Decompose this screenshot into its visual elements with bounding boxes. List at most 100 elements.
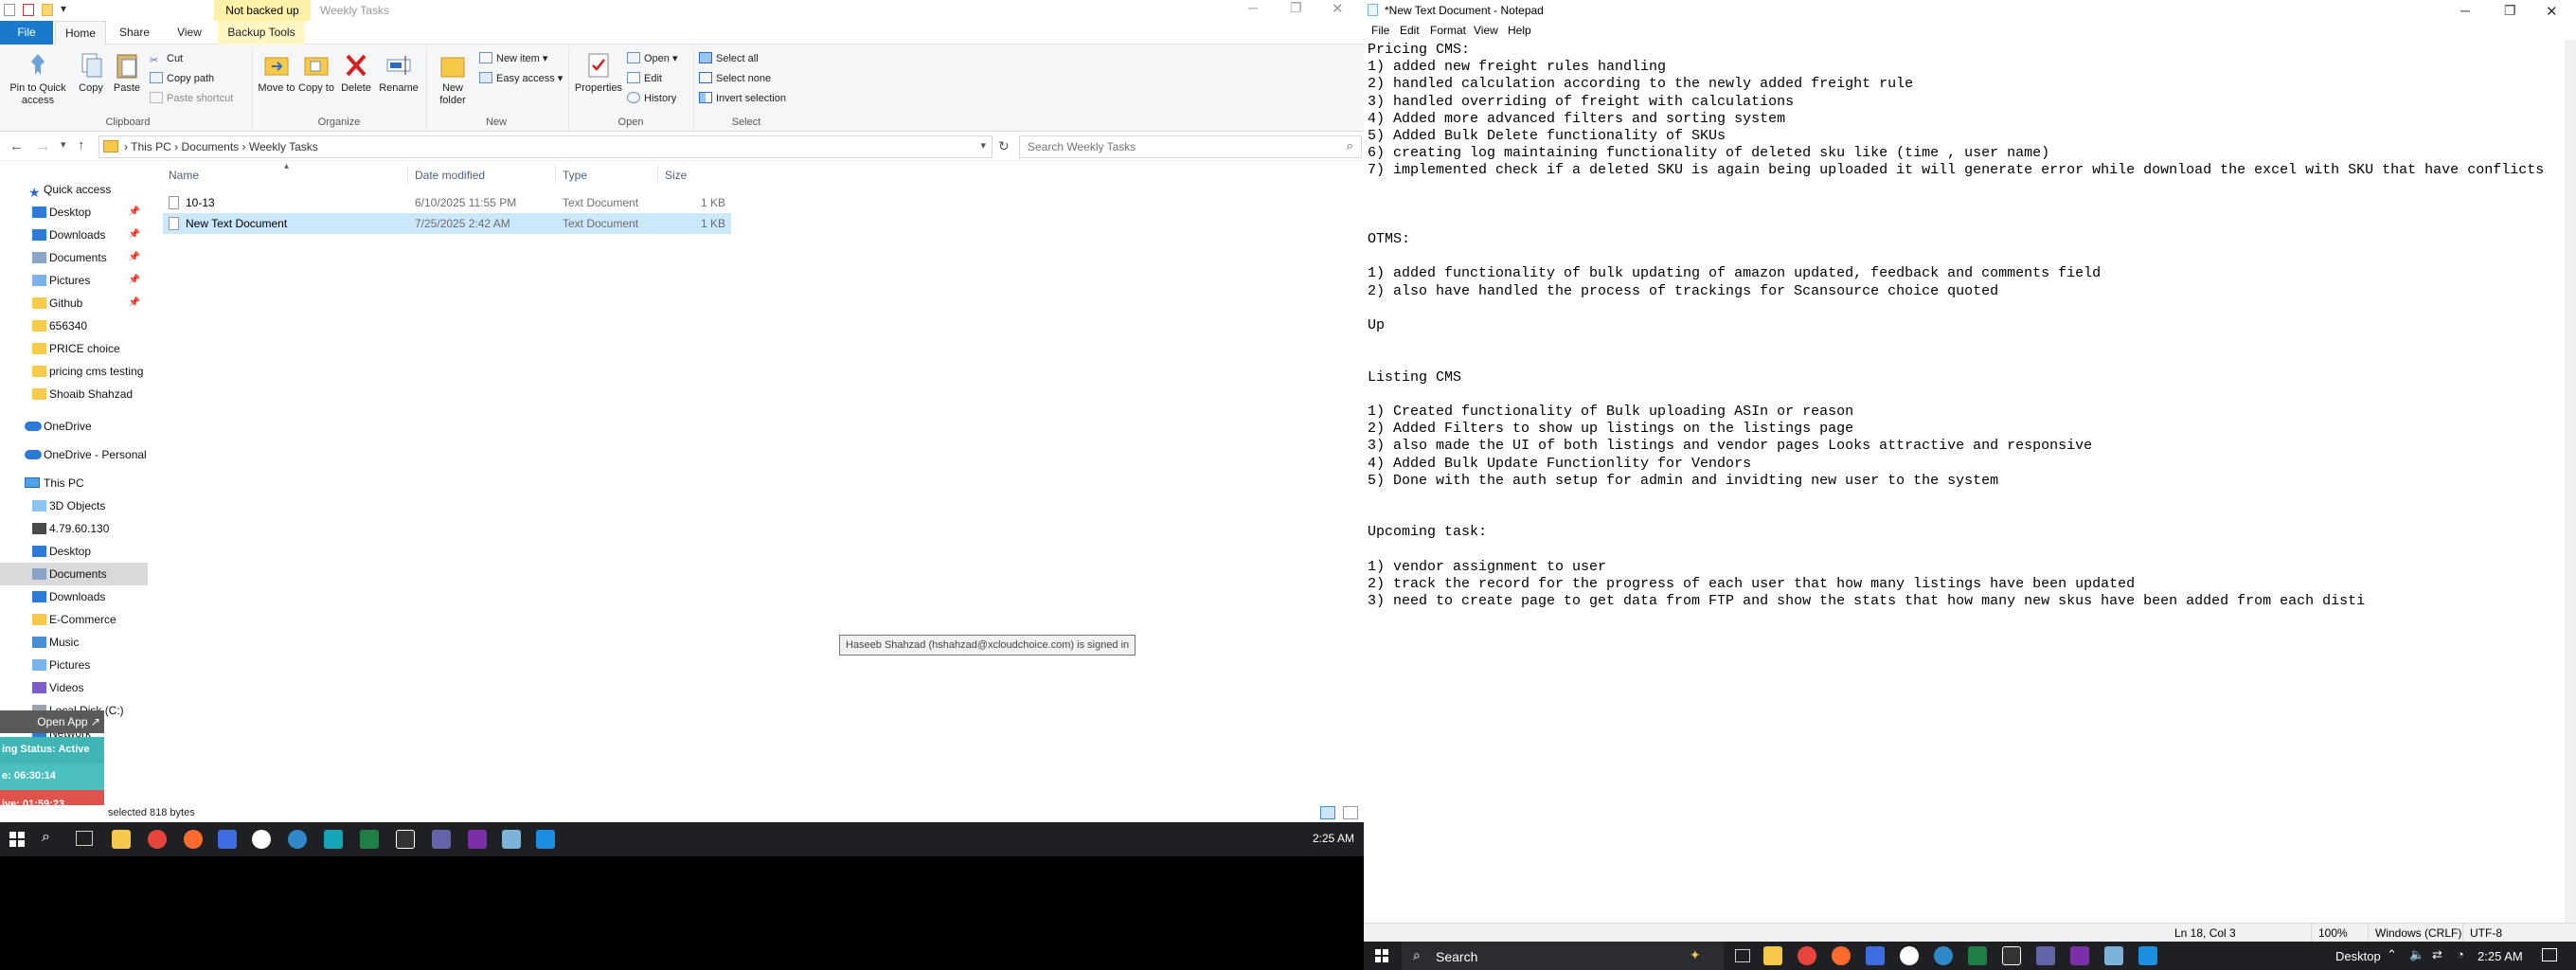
onenote-taskbar-icon[interactable] bbox=[2070, 946, 2089, 965]
properties-button[interactable]: Properties bbox=[572, 50, 625, 95]
column-name[interactable]: Name bbox=[169, 169, 199, 182]
volume-icon[interactable]: 🔈 bbox=[2409, 947, 2424, 962]
details-view-icon[interactable] bbox=[1320, 806, 1335, 819]
back-arrow-icon[interactable]: ← bbox=[9, 138, 24, 154]
move-to-button[interactable]: Move to bbox=[258, 50, 295, 95]
qat-dropdown-icon[interactable]: ▾ bbox=[61, 2, 66, 15]
tab-view[interactable]: View bbox=[163, 21, 216, 45]
paste-button[interactable]: Paste bbox=[110, 50, 144, 95]
select-none-button[interactable]: Select none bbox=[699, 70, 771, 87]
chevron-up-icon[interactable]: ⌃ bbox=[2387, 947, 2397, 962]
task-view-icon[interactable] bbox=[1735, 949, 1750, 962]
edit-button[interactable]: Edit bbox=[627, 70, 662, 87]
large-icons-view-icon[interactable] bbox=[1343, 806, 1358, 819]
nav-pc-item[interactable]: Videos bbox=[0, 676, 148, 699]
nav-quick-item[interactable]: Documents 📌 bbox=[0, 246, 148, 269]
taskbar-search-box[interactable]: ⌕ Search ✦ bbox=[1402, 942, 1724, 970]
nav-pc-item[interactable]: Downloads bbox=[0, 585, 148, 608]
file-explorer-taskbar-icon[interactable] bbox=[112, 830, 131, 849]
taskbar-clock[interactable]: 2:25 AM bbox=[2478, 949, 2523, 963]
nav-pc-item[interactable]: Documents bbox=[0, 563, 148, 585]
github-taskbar-icon[interactable] bbox=[1900, 946, 1919, 965]
nav-quick-item[interactable]: 656340 bbox=[0, 314, 148, 337]
menu-view[interactable]: View bbox=[1474, 24, 1498, 37]
terminal-taskbar-icon[interactable] bbox=[396, 830, 415, 849]
up-arrow-icon[interactable]: ↑ bbox=[78, 137, 85, 153]
address-field[interactable]: › This PC › Documents › Weekly Tasks ▾ bbox=[98, 135, 993, 158]
app-taskbar-icon[interactable] bbox=[1866, 946, 1885, 965]
network-icon[interactable]: ⇄ bbox=[2432, 947, 2442, 962]
tab-file[interactable]: File bbox=[0, 21, 53, 45]
minimize-button[interactable]: ─ bbox=[1248, 0, 1258, 15]
windows-start-icon[interactable] bbox=[9, 832, 25, 847]
desktop-toolbar-label[interactable]: Desktop bbox=[2335, 949, 2381, 963]
nav-quick-item[interactable]: Shoaib Shahzad bbox=[0, 383, 148, 405]
close-button[interactable]: ✕ bbox=[2546, 3, 2558, 20]
notepad-taskbar-icon[interactable] bbox=[502, 830, 521, 849]
github-taskbar-icon[interactable] bbox=[252, 830, 271, 849]
app-taskbar-icon[interactable] bbox=[218, 830, 237, 849]
taskbar-clock[interactable]: 2:25 AM bbox=[1313, 832, 1354, 845]
nav-this-pc[interactable]: This PC bbox=[0, 472, 148, 494]
new-folder-qat-icon[interactable] bbox=[42, 4, 53, 16]
easy-access-button[interactable]: Easy access ▾ bbox=[479, 70, 563, 87]
open-app-button[interactable]: Open App ↗ bbox=[0, 710, 104, 733]
app-taskbar-icon[interactable] bbox=[324, 830, 343, 849]
nav-pc-item[interactable]: Music bbox=[0, 631, 148, 654]
nav-pc-item[interactable]: E-Commerce bbox=[0, 608, 148, 631]
windows-start-icon[interactable] bbox=[1375, 949, 1388, 962]
copy-to-button[interactable]: Copy to bbox=[297, 50, 335, 95]
nav-pc-item[interactable]: 4.79.60.130 bbox=[0, 517, 148, 540]
copy-button[interactable]: Copy bbox=[74, 50, 108, 95]
new-item-button[interactable]: New item ▾ bbox=[479, 50, 547, 67]
chrome-taskbar-icon[interactable] bbox=[1798, 946, 1816, 965]
nav-onedrive-personal[interactable]: OneDrive - Personal bbox=[0, 443, 148, 466]
teams-taskbar-icon[interactable] bbox=[2036, 946, 2055, 965]
notifications-icon[interactable] bbox=[2542, 948, 2557, 961]
excel-taskbar-icon[interactable] bbox=[360, 830, 379, 849]
nav-pc-item[interactable]: Desktop bbox=[0, 540, 148, 563]
open-button[interactable]: Open ▾ bbox=[627, 50, 678, 67]
search-taskbar-icon[interactable]: ⌕ bbox=[42, 829, 50, 846]
minimize-button[interactable]: ─ bbox=[2460, 3, 2470, 18]
breadcrumb-this-pc[interactable]: This PC bbox=[131, 140, 171, 153]
select-all-button[interactable]: Select all bbox=[699, 50, 759, 67]
menu-format[interactable]: Format bbox=[1430, 24, 1466, 37]
nav-quick-item[interactable]: PRICE choice bbox=[0, 337, 148, 360]
menu-edit[interactable]: Edit bbox=[1400, 24, 1420, 37]
edge-taskbar-icon[interactable] bbox=[288, 830, 307, 849]
file-row-new-text-document[interactable]: New Text Document 7/25/2025 2:42 AM Text… bbox=[163, 213, 731, 234]
not-backed-up-badge[interactable]: Not backed up bbox=[214, 0, 311, 21]
menu-file[interactable]: File bbox=[1371, 24, 1389, 37]
nav-pc-item[interactable]: Pictures bbox=[0, 654, 148, 676]
delete-button[interactable]: Delete bbox=[337, 50, 375, 95]
onenote-taskbar-icon[interactable] bbox=[468, 830, 487, 849]
copy-path-button[interactable]: Copy path bbox=[150, 70, 214, 87]
firefox-taskbar-icon[interactable] bbox=[184, 830, 203, 849]
notepad-taskbar-icon[interactable] bbox=[2104, 946, 2123, 965]
nav-quick-item[interactable]: Desktop 📌 bbox=[0, 201, 148, 224]
properties-qat-icon[interactable] bbox=[23, 4, 34, 16]
nav-quick-item[interactable]: pricing cms testing bbox=[0, 360, 148, 383]
pin-quick-access-button[interactable]: Pin to Quick access bbox=[4, 50, 72, 107]
paste-shortcut-button[interactable]: Paste shortcut bbox=[150, 90, 233, 107]
terminal-taskbar-icon[interactable] bbox=[2002, 946, 2021, 965]
history-button[interactable]: History bbox=[627, 90, 676, 107]
maximize-button[interactable]: ❐ bbox=[2504, 3, 2516, 19]
address-dropdown-icon[interactable]: ▾ bbox=[980, 139, 986, 152]
teams-taskbar-icon[interactable] bbox=[432, 830, 451, 849]
excel-taskbar-icon[interactable] bbox=[1968, 946, 1987, 965]
file-explorer-taskbar-icon[interactable] bbox=[1763, 946, 1782, 965]
vscode-taskbar-icon[interactable] bbox=[2138, 946, 2157, 965]
column-date-modified[interactable]: Date modified bbox=[415, 169, 485, 182]
tab-backup-tools[interactable]: Backup Tools bbox=[218, 21, 305, 45]
nav-quick-item[interactable]: Github 📌 bbox=[0, 292, 148, 314]
nav-quick-item[interactable]: Pictures 📌 bbox=[0, 269, 148, 292]
breadcrumb-documents[interactable]: Documents bbox=[181, 140, 239, 153]
file-row-10-13[interactable]: 10-13 6/10/2025 11:55 PM Text Document 1… bbox=[163, 192, 731, 213]
nav-quick-access[interactable]: ★ Quick access bbox=[0, 178, 148, 201]
vertical-scrollbar[interactable] bbox=[2565, 40, 2576, 923]
column-size[interactable]: Size bbox=[665, 169, 687, 182]
search-box[interactable]: ⌕ bbox=[1019, 135, 1362, 158]
notepad-text-area[interactable]: Pricing CMS: 1) added new freight rules h… bbox=[1364, 40, 2567, 923]
